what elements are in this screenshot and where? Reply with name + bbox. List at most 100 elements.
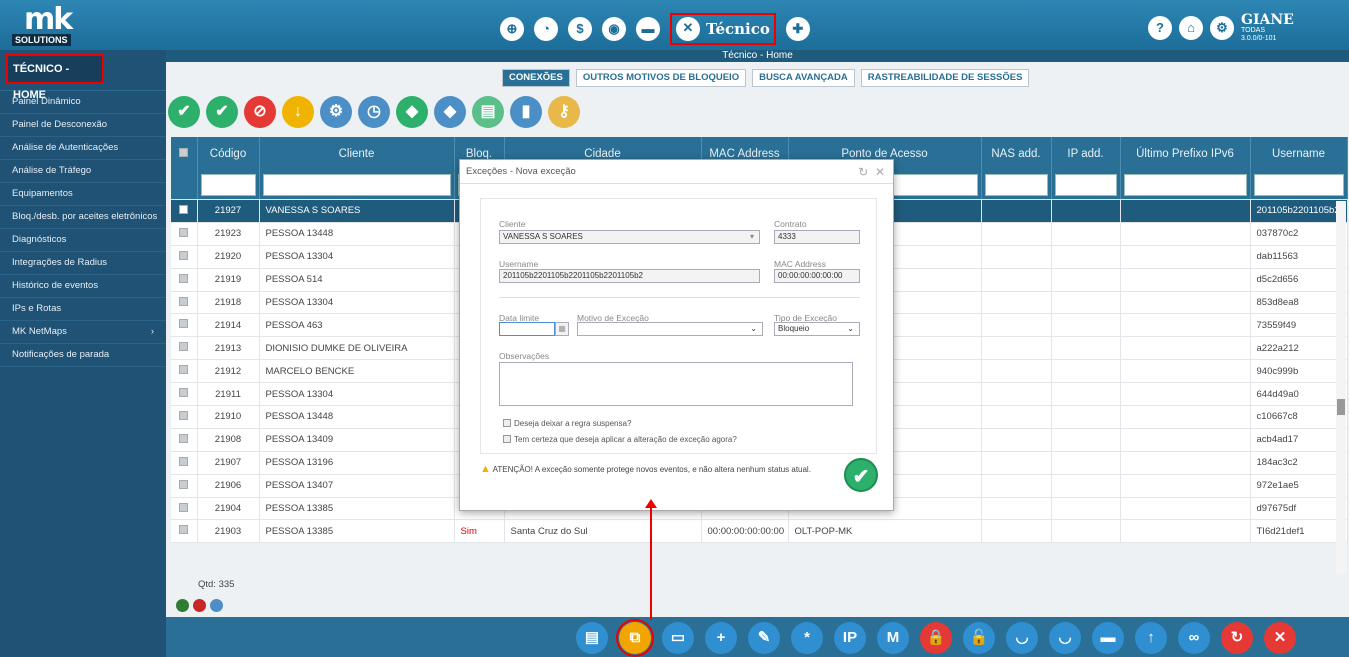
row-checkbox[interactable] — [179, 227, 189, 237]
filter-ipv6-input[interactable] — [1123, 174, 1247, 196]
edit-icon[interactable]: ✎ — [748, 622, 780, 654]
lock-icon[interactable]: 🔒 — [920, 622, 952, 654]
chart-module-icon[interactable]: ◔ — [534, 17, 558, 41]
filter-username-input[interactable] — [1253, 174, 1344, 196]
apply-now-checkbox[interactable]: Tem certeza que deseja aplicar a alteraç… — [503, 435, 737, 444]
help-icon[interactable]: ? — [1148, 16, 1172, 40]
home-icon[interactable]: ⌂ — [1179, 16, 1203, 40]
select-all-header[interactable] — [171, 137, 198, 171]
close-icon[interactable]: ✕ — [875, 165, 885, 179]
tab-outros-motivos[interactable]: OUTROS MOTIVOS DE BLOQUEIO — [575, 69, 747, 87]
sidebar-item-historico-eventos[interactable]: Histórico de eventos — [0, 275, 166, 298]
sidebar-item-painel-desconexao[interactable]: Painel de Desconexão — [0, 114, 166, 137]
pdf-export-icon[interactable] — [193, 599, 206, 612]
checkbox-box[interactable] — [503, 435, 511, 443]
clock-icon[interactable]: ◷ — [358, 96, 390, 128]
table-scrollbar[interactable] — [1336, 201, 1346, 573]
checkbox-box[interactable] — [503, 419, 511, 427]
suspend-rule-checkbox[interactable]: Deseja deixar a regra suspensa? — [503, 419, 631, 428]
sidebar-item-bloq-aceites[interactable]: Bloq./desb. por aceites eletrônicos — [0, 206, 166, 229]
upload-icon[interactable]: ↑ — [1135, 622, 1167, 654]
row-checkbox[interactable] — [179, 525, 189, 535]
filter-ip-input[interactable] — [1054, 174, 1117, 196]
sidebar-item-integracoes-radius[interactable]: Integrações de Radius — [0, 252, 166, 275]
sidebar-item-notificacoes-parada[interactable]: Notificações de parada — [0, 344, 166, 367]
signal-icon[interactable]: ▮ — [510, 96, 542, 128]
row-checkbox[interactable] — [179, 502, 189, 512]
data-limite-input[interactable] — [499, 322, 555, 336]
add-icon[interactable]: + — [705, 622, 737, 654]
observacoes-textarea[interactable] — [499, 362, 853, 406]
clipboard-icon[interactable]: ▤ — [472, 96, 504, 128]
cliente-select[interactable]: VANESSA S SOARES ▾ — [499, 230, 760, 244]
eye-module-icon[interactable]: ◉ — [602, 17, 626, 41]
router-icon[interactable]: ▬ — [1092, 622, 1124, 654]
calendar-icon[interactable]: ▦ — [555, 322, 569, 336]
col-codigo[interactable]: Código — [197, 137, 260, 171]
plus-module-icon[interactable]: ✚ — [785, 17, 810, 41]
tipo-select[interactable]: Bloqueio ⌄ — [774, 322, 860, 336]
col-cliente[interactable]: Cliente — [259, 137, 455, 171]
ip-icon[interactable]: IP — [834, 622, 866, 654]
check-all-icon[interactable]: ✔ — [168, 96, 200, 128]
print-icon[interactable] — [210, 599, 223, 612]
sidebar-item-equipamentos[interactable]: Equipamentos — [0, 183, 166, 206]
wifi-2-icon[interactable]: ◡ — [1049, 622, 1081, 654]
row-checkbox[interactable] — [179, 479, 189, 489]
table-row[interactable]: 21903 PESSOA 13385 Sim Santa Cruz do Sul 00:… — [171, 519, 1348, 544]
gear-icon[interactable]: ⚙ — [1210, 16, 1234, 40]
row-checkbox[interactable] — [179, 204, 189, 214]
eraser-green-icon[interactable]: ◆ — [396, 96, 428, 128]
tab-rastreabilidade[interactable]: RASTREABILIDADE DE SESSÕES — [860, 69, 1030, 87]
row-checkbox[interactable] — [179, 342, 189, 352]
tab-busca-avancada[interactable]: BUSCA AVANÇADA — [752, 69, 855, 87]
col-ip[interactable]: IP add. — [1051, 137, 1121, 171]
download-icon[interactable]: ↓ — [282, 96, 314, 128]
document-icon[interactable]: ▤ — [576, 622, 608, 654]
truck-module-icon[interactable]: ▬ — [636, 17, 660, 41]
module-icon-1[interactable]: ⊕ — [500, 17, 524, 41]
row-checkbox[interactable] — [179, 388, 189, 398]
select-all-checkbox[interactable] — [179, 148, 189, 157]
connect-icon[interactable]: ∞ — [1178, 622, 1210, 654]
refresh-icon[interactable]: ↻ — [858, 165, 868, 179]
row-checkbox[interactable] — [179, 296, 189, 306]
excel-export-icon[interactable] — [176, 599, 189, 612]
col-prefixo-ipv6[interactable]: Último Prefixo IPv6 — [1120, 137, 1251, 171]
filter-cliente-input[interactable] — [262, 174, 451, 196]
row-checkbox[interactable] — [179, 273, 189, 283]
sidebar-item-diagnosticos[interactable]: Diagnósticos — [0, 229, 166, 252]
row-checkbox[interactable] — [179, 410, 189, 420]
row-checkbox[interactable] — [179, 456, 189, 466]
sidebar-item-mk-netmaps[interactable]: MK NetMaps › — [0, 321, 166, 344]
row-checkbox[interactable] — [179, 250, 189, 260]
col-nas[interactable]: NAS add. — [981, 137, 1052, 171]
filter-codigo-input[interactable] — [200, 174, 256, 196]
row-checkbox[interactable] — [179, 365, 189, 375]
sidebar-item-painel-dinamico[interactable]: Painel Dinâmico — [0, 91, 166, 114]
m-icon[interactable]: M — [877, 622, 909, 654]
approve-icon[interactable]: ✔ — [206, 96, 238, 128]
col-username[interactable]: Username — [1250, 137, 1348, 171]
filter-nas-input[interactable] — [984, 174, 1048, 196]
sidebar-item-ips-rotas[interactable]: IPs e Rotas — [0, 298, 166, 321]
motivo-select[interactable]: ⌄ — [577, 322, 763, 336]
row-checkbox[interactable] — [179, 319, 189, 329]
confirm-button[interactable]: ✔ — [844, 458, 878, 492]
user-info[interactable]: GIANE TODAS 3.0.0/0-101 — [1241, 13, 1294, 43]
block-icon[interactable]: ⊘ — [244, 96, 276, 128]
money-bag-icon[interactable]: $ — [568, 17, 592, 41]
exceptions-button[interactable]: ⧉ — [616, 619, 654, 657]
tab-conexoes[interactable]: CONEXÕES — [502, 69, 570, 87]
monitor-icon[interactable]: ▭ — [662, 622, 694, 654]
star-icon[interactable]: * — [791, 622, 823, 654]
scrollbar-thumb[interactable] — [1337, 399, 1345, 415]
mk-logo[interactable]: mk SOLUTIONS — [6, 5, 86, 48]
row-checkbox[interactable] — [179, 433, 189, 443]
keys-icon[interactable]: ⚷ — [548, 96, 580, 128]
tecnico-module-button[interactable]: ✕ Técnico — [670, 13, 776, 45]
sidebar-item-analise-autenticacoes[interactable]: Análise de Autenticações — [0, 137, 166, 160]
wifi-icon[interactable]: ◡ — [1006, 622, 1038, 654]
sidebar-item-analise-trafego[interactable]: Análise de Tráfego — [0, 160, 166, 183]
refresh-lock-icon[interactable]: ↻ — [1221, 622, 1253, 654]
